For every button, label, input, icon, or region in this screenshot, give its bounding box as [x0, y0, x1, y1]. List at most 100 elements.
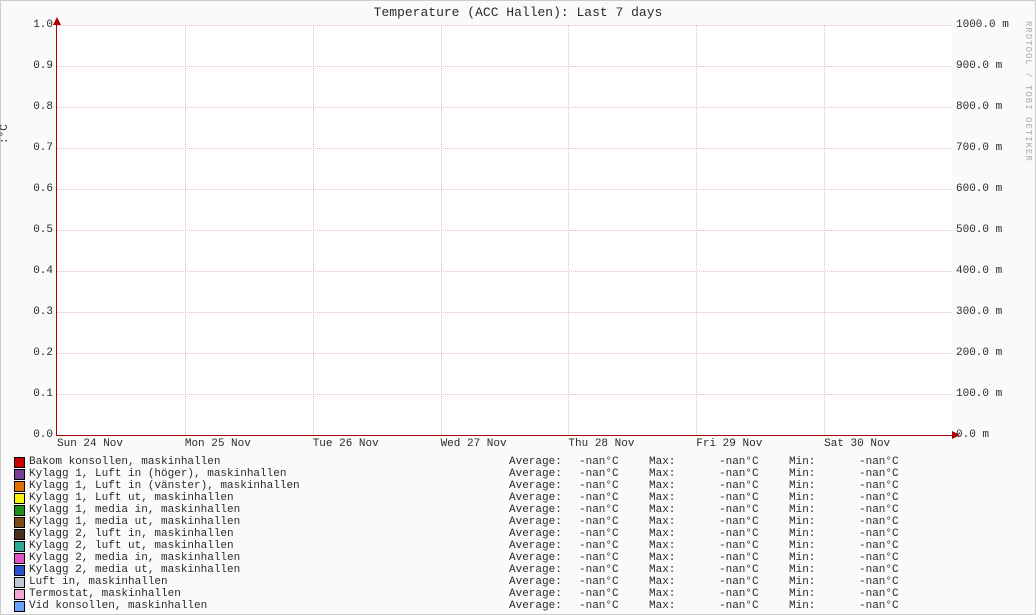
- legend-stat-label: Min:: [789, 492, 859, 504]
- legend-stat-value: -nan°C: [719, 456, 789, 468]
- y-axis-label: :°C: [0, 124, 11, 144]
- legend-row: Kylagg 1, media ut, maskinhallenAverage:…: [14, 516, 1022, 528]
- watermark: RRDTOOL / TOBI OETIKER: [1023, 21, 1033, 162]
- legend-series-name: Kylagg 1, Luft in (höger), maskinhallen: [29, 468, 509, 480]
- legend-stat-value: -nan°C: [719, 588, 789, 600]
- legend-stat-label: Max:: [649, 516, 719, 528]
- y2-tick: 400.0 m: [956, 265, 1002, 277]
- legend-stat-label: Max:: [649, 540, 719, 552]
- legend-stat-value: -nan°C: [579, 504, 649, 516]
- gridline-h: [57, 66, 952, 67]
- legend-row: Kylagg 1, media in, maskinhallenAverage:…: [14, 504, 1022, 516]
- legend-stat-label: Max:: [649, 456, 719, 468]
- legend-series-name: Luft in, maskinhallen: [29, 576, 509, 588]
- y-tick: 1.0: [33, 19, 53, 31]
- x-tick: Mon 25 Nov: [185, 438, 251, 450]
- legend-stat-value: -nan°C: [859, 504, 929, 516]
- legend-swatch: [14, 469, 25, 480]
- legend-stat-label: Min:: [789, 504, 859, 516]
- legend-stat-value: -nan°C: [579, 468, 649, 480]
- y-tick: 0.8: [33, 101, 53, 113]
- y2-tick: 1000.0 m: [956, 19, 1009, 31]
- gridline-v: [696, 25, 697, 435]
- legend-stat-label: Average:: [509, 552, 579, 564]
- legend-stat-label: Max:: [649, 588, 719, 600]
- y2-tick: 100.0 m: [956, 388, 1002, 400]
- legend-stat-value: -nan°C: [579, 480, 649, 492]
- legend-stat-value: -nan°C: [579, 588, 649, 600]
- legend-swatch: [14, 481, 25, 492]
- legend-stat-label: Min:: [789, 456, 859, 468]
- y-axis-arrow-icon: [53, 17, 61, 25]
- legend-stat-value: -nan°C: [719, 576, 789, 588]
- legend-swatch: [14, 457, 25, 468]
- legend-stat-value: -nan°C: [859, 540, 929, 552]
- legend-row: Vid konsollen, maskinhallenAverage:-nan°…: [14, 600, 1022, 612]
- legend-stat-value: -nan°C: [719, 480, 789, 492]
- gridline-v: [824, 25, 825, 435]
- legend-stat-value: -nan°C: [859, 552, 929, 564]
- legend-stat-value: -nan°C: [579, 576, 649, 588]
- legend-stat-value: -nan°C: [859, 564, 929, 576]
- legend-stat-label: Max:: [649, 564, 719, 576]
- legend-stat-value: -nan°C: [859, 600, 929, 612]
- y2-tick: 900.0 m: [956, 60, 1002, 72]
- x-tick: Tue 26 Nov: [313, 438, 379, 450]
- legend-swatch: [14, 589, 25, 600]
- legend-swatch: [14, 541, 25, 552]
- legend-stat-value: -nan°C: [719, 468, 789, 480]
- legend-row: Luft in, maskinhallenAverage:-nan°CMax:-…: [14, 576, 1022, 588]
- legend-series-name: Kylagg 2, media in, maskinhallen: [29, 552, 509, 564]
- x-tick: Sun 24 Nov: [57, 438, 123, 450]
- legend-stat-value: -nan°C: [719, 600, 789, 612]
- y2-tick: 200.0 m: [956, 347, 1002, 359]
- legend-row: Kylagg 1, Luft ut, maskinhallenAverage: -…: [14, 492, 1022, 504]
- y2-tick: 700.0 m: [956, 142, 1002, 154]
- legend-stat-label: Max:: [649, 480, 719, 492]
- legend-series-name: Kylagg 1, Luft ut, maskinhallen: [29, 492, 509, 504]
- legend-stat-value: -nan°C: [579, 528, 649, 540]
- legend-swatch: [14, 601, 25, 612]
- gridline-h: [57, 353, 952, 354]
- legend-stat-label: Average:: [509, 600, 579, 612]
- legend-stat-value: -nan°C: [719, 540, 789, 552]
- y-tick: 0.7: [33, 142, 53, 154]
- gridline-h: [57, 189, 952, 190]
- legend-swatch: [14, 565, 25, 576]
- y2-tick: 600.0 m: [956, 183, 1002, 195]
- legend-stat-value: -nan°C: [859, 516, 929, 528]
- y-tick: 0.6: [33, 183, 53, 195]
- legend-stat-label: Max:: [649, 492, 719, 504]
- legend-swatch: [14, 577, 25, 588]
- legend-stat-value: -nan°C: [859, 528, 929, 540]
- gridline-h: [57, 394, 952, 395]
- y-tick: 0.0: [33, 429, 53, 441]
- legend-stat-value: -nan°C: [579, 600, 649, 612]
- gridline-v: [568, 25, 569, 435]
- y-tick: 0.3: [33, 306, 53, 318]
- legend-stat-value: -nan°C: [579, 552, 649, 564]
- legend-row: Kylagg 1, Luft in (höger), maskinhallenA…: [14, 468, 1022, 480]
- y-tick: 0.1: [33, 388, 53, 400]
- gridline-h: [57, 148, 952, 149]
- legend-swatch: [14, 553, 25, 564]
- legend-stat-value: -nan°C: [859, 456, 929, 468]
- legend-series-name: Kylagg 2, media ut, maskinhallen: [29, 564, 509, 576]
- legend-stat-value: -nan°C: [579, 516, 649, 528]
- legend-series-name: Vid konsollen, maskinhallen: [29, 600, 509, 612]
- legend-stat-label: Average:: [509, 456, 579, 468]
- legend-stat-value: -nan°C: [859, 492, 929, 504]
- legend-stat-label: Min:: [789, 540, 859, 552]
- legend-stat-label: Average:: [509, 576, 579, 588]
- legend-stat-label: Min:: [789, 564, 859, 576]
- y-tick: 0.2: [33, 347, 53, 359]
- legend-stat-label: Average:: [509, 588, 579, 600]
- legend-stat-label: Average:: [509, 504, 579, 516]
- legend-stat-label: Average:: [509, 540, 579, 552]
- legend-series-name: Termostat, maskinhallen: [29, 588, 509, 600]
- gridline-v: [185, 25, 186, 435]
- x-tick: Thu 28 Nov: [568, 438, 634, 450]
- legend-stat-label: Min:: [789, 576, 859, 588]
- legend-series-name: Kylagg 1, media ut, maskinhallen: [29, 516, 509, 528]
- legend-stat-label: Average:: [509, 492, 579, 504]
